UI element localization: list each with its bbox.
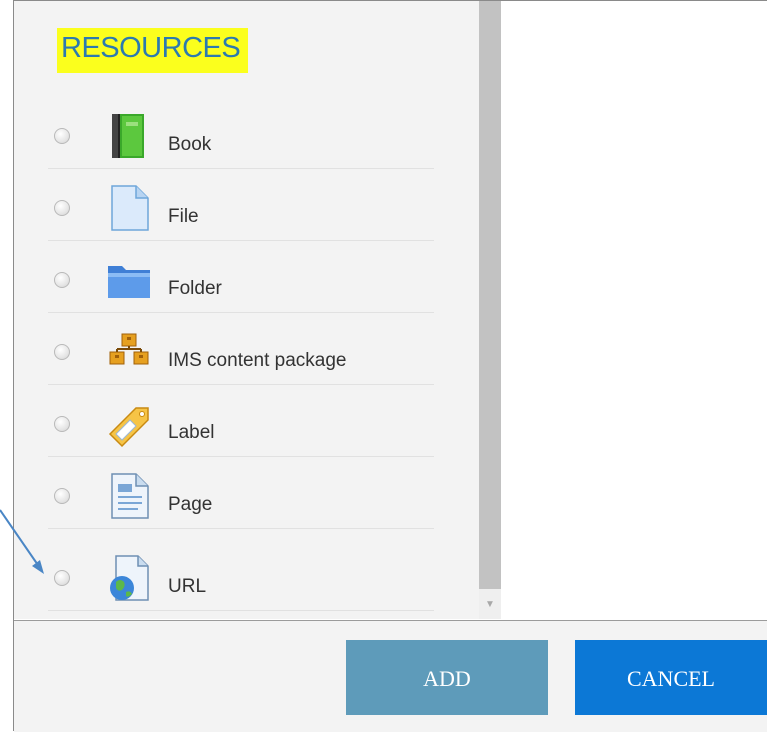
annotation-arrow-icon [0,509,44,574]
label-tag-icon [106,400,152,448]
list-item-folder[interactable]: Folder [48,240,434,313]
list-item-book[interactable]: Book [48,96,434,169]
scrollbar[interactable]: ▼ [479,1,501,619]
url-globe-icon [106,554,152,602]
radio-ims-content-package[interactable] [54,344,70,360]
radio-file[interactable] [54,200,70,216]
item-label: File [168,206,199,227]
item-label: Book [168,134,212,155]
radio-folder[interactable] [54,272,70,288]
radio-book[interactable] [54,128,70,144]
list-item-label[interactable]: Label [48,384,434,457]
section-title: RESOURCES [57,28,249,73]
item-label: IMS content package [168,350,347,371]
cancel-button[interactable]: CANCEL [575,640,767,715]
item-label: URL [168,576,207,597]
list-item-url[interactable]: URL [48,538,434,611]
ims-package-icon [106,328,152,376]
description-panel [501,1,767,619]
page-icon [106,472,152,520]
scrollbar-thumb[interactable] [479,1,501,589]
item-label: Page [168,494,213,515]
list-item-file[interactable]: File [48,168,434,241]
item-label: Folder [168,278,222,299]
folder-icon [106,256,152,304]
add-button[interactable]: ADD [346,640,548,715]
list-item-page[interactable]: Page [48,456,434,529]
item-label: Label [168,422,215,443]
book-icon [106,112,152,160]
file-icon [106,184,152,232]
list-item-ims-content-package[interactable]: IMS content package [48,312,434,385]
radio-label[interactable] [54,416,70,432]
scroll-down-arrow-icon[interactable]: ▼ [479,591,501,619]
